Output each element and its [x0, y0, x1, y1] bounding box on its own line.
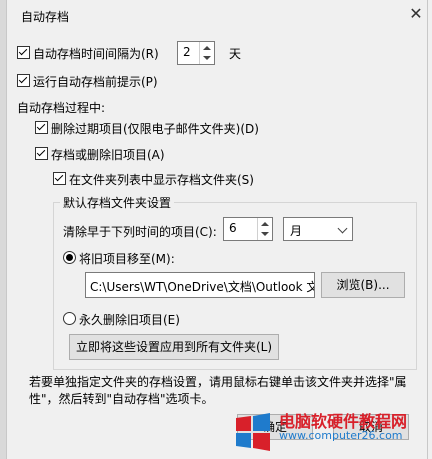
- autosave-days-value: 2: [183, 45, 191, 59]
- permanently-delete-radio[interactable]: [63, 312, 76, 325]
- stepper-down-icon[interactable]: [203, 56, 211, 60]
- chevron-down-icon: [337, 223, 348, 234]
- stepper-arrows[interactable]: [199, 42, 214, 64]
- browse-button[interactable]: 浏览(B)...: [321, 272, 405, 298]
- clean-older-stepper[interactable]: 6: [223, 217, 273, 241]
- during-autosave-label: 自动存档过程中:: [17, 101, 106, 115]
- stepper-up-icon[interactable]: [203, 46, 211, 50]
- prompt-before-label: 运行自动存档前提示(P): [33, 75, 158, 89]
- clean-older-value: 6: [229, 221, 237, 235]
- show-archive-folder-checkbox[interactable]: [53, 172, 66, 185]
- archive-old-label: 存档或删除旧项目(A): [51, 148, 165, 162]
- stepper-down-icon[interactable]: [261, 232, 269, 236]
- permanently-delete-label: 永久删除旧项目(E): [79, 313, 180, 327]
- stepper-up-icon[interactable]: [261, 222, 269, 226]
- clean-older-label: 清除早于下列时间的项目(C):: [63, 225, 217, 239]
- autosave-every-label: 自动存档时间间隔为(R): [33, 47, 159, 61]
- delete-expired-label: 删除过期项目(仅限电子邮件文件夹)(D): [51, 122, 259, 136]
- archive-path-field[interactable]: C:\Users\WT\OneDrive\文档\Outlook 文件: [85, 272, 315, 298]
- watermark-url: www.computer26.com: [279, 429, 403, 442]
- autosave-days-stepper[interactable]: 2: [177, 41, 215, 65]
- apply-all-folders-button[interactable]: 立即将这些设置应用到所有文件夹(L): [69, 334, 279, 360]
- stepper-arrows[interactable]: [257, 218, 272, 240]
- prompt-before-checkbox[interactable]: [17, 74, 30, 87]
- description-text: 若要单独指定文件夹的存档设置，请用鼠标右键单击该文件夹并选择"属性"，然后转到"…: [29, 375, 407, 406]
- archive-old-checkbox[interactable]: [35, 147, 48, 160]
- clean-older-unit-select[interactable]: 月: [283, 217, 353, 241]
- close-icon[interactable]: ✕: [405, 4, 427, 24]
- move-old-label: 将旧项目移至(M):: [79, 252, 175, 266]
- autosave-days-unit: 天: [229, 47, 242, 61]
- group-title: 默认存档文件夹设置: [60, 194, 175, 211]
- move-old-radio[interactable]: [63, 251, 76, 264]
- autosave-every-checkbox[interactable]: [17, 46, 30, 59]
- archive-path-value: C:\Users\WT\OneDrive\文档\Outlook 文件: [90, 280, 315, 294]
- show-archive-folder-label: 在文件夹列表中显示存档文件夹(S): [69, 173, 254, 187]
- clean-older-unit-value: 月: [290, 224, 303, 238]
- autosave-dialog: 自动存档 ✕ 自动存档时间间隔为(R) 2 天 运行自动存档前提示(P) 自动存…: [6, 0, 428, 459]
- delete-expired-checkbox[interactable]: [35, 121, 48, 134]
- windows-logo-icon: [236, 413, 270, 451]
- dialog-title: 自动存档: [21, 10, 70, 24]
